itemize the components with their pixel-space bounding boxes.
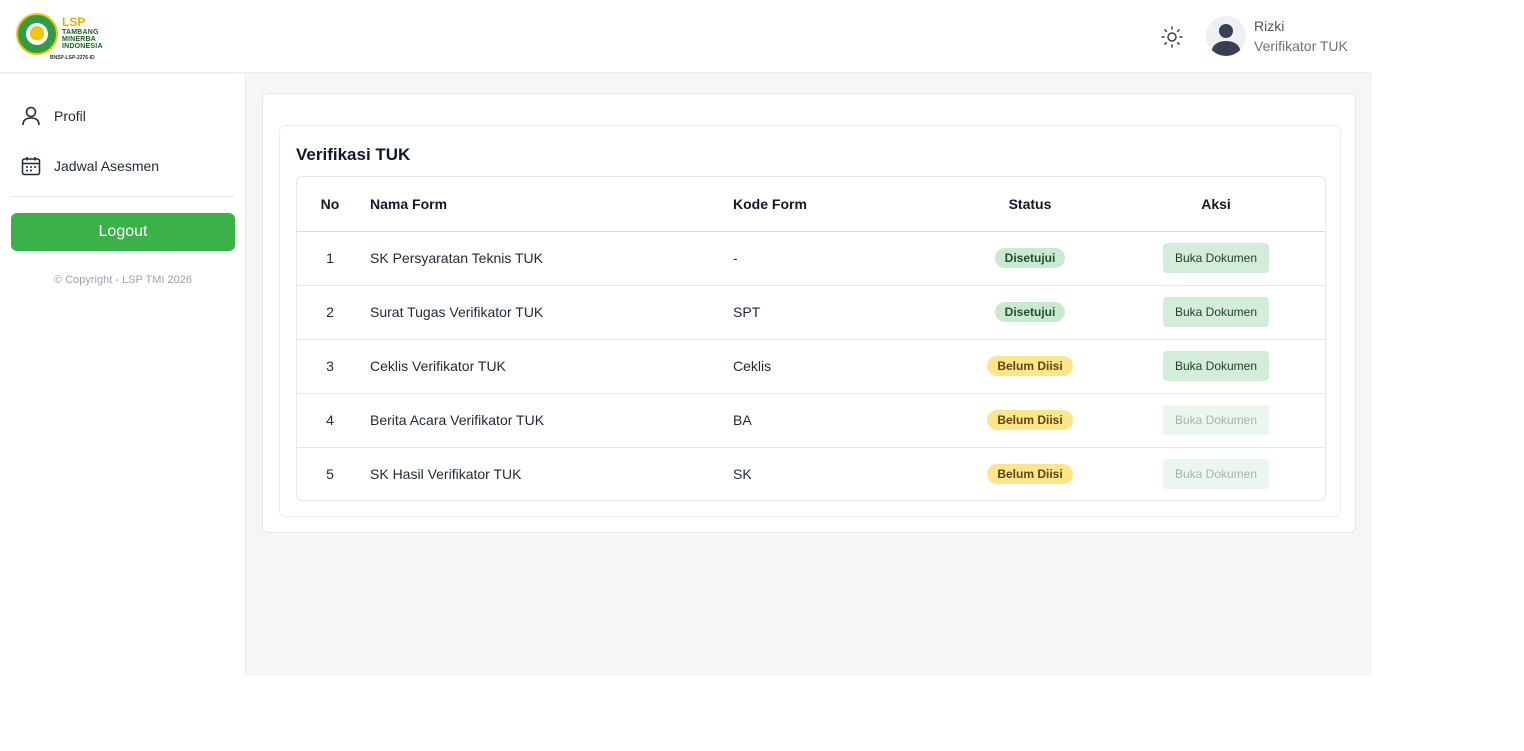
table-row: 5 SK Hasil Verifikator TUK SK Belum Diis… (297, 447, 1325, 500)
cell-nama-form: Surat Tugas Verifikator TUK (363, 285, 733, 340)
user-name[interactable]: Rizki (1254, 18, 1284, 34)
cell-nama-form: SK Hasil Verifikator TUK (370, 466, 522, 483)
column-header-nama-form: Nama Form (363, 177, 733, 232)
cell-kode-form: SPT (733, 285, 953, 340)
table-row: 2 Surat Tugas Verifikator TUK SPT Disetu… (297, 285, 1325, 340)
logo-text: INDONESIA (62, 43, 103, 50)
logo-emblem (16, 13, 58, 55)
status-badge: Disetujui (994, 302, 1066, 322)
cell-nama-form: Berita Acara Verifikator TUK (363, 393, 733, 448)
cell-kode-form: SK (733, 466, 752, 483)
table-row: 1 SK Persyaratan Teknis TUK - Disetujui … (297, 231, 1325, 286)
calendar-icon (20, 155, 42, 177)
logo-text: TAMBANG (62, 29, 99, 36)
page-title: Verifikasi TUK (296, 145, 411, 164)
table-row: 4 Berita Acara Verifikator TUK BA Belum … (297, 393, 1325, 448)
table-header-row: No Nama Form Kode Form Status Aksi (297, 177, 1325, 232)
form-table: No Nama Form Kode Form Status Aksi 1 SK … (296, 176, 1326, 501)
sun-icon[interactable] (1160, 25, 1184, 49)
column-header-no: No (297, 177, 363, 232)
cell-no: 2 (297, 285, 363, 340)
app-root: LSP TAMBANG MINERBA INDONESIA BNSP-LSP-2… (0, 0, 1372, 676)
column-header-kode-form: Kode Form (733, 177, 953, 232)
cell-nama-form: SK Persyaratan Teknis TUK (363, 231, 733, 286)
buka-dokumen-button[interactable]: Buka Dokumen (1162, 243, 1270, 273)
sidebar-item-label: Jadwal Asesmen (54, 158, 160, 174)
column-header-status: Status (953, 177, 1107, 232)
cell-kode-form: - (733, 231, 953, 286)
buka-dokumen-button[interactable]: Buka Dokumen (1162, 297, 1270, 327)
logo-text: MINERBA (62, 36, 97, 43)
status-badge: Belum Diisi (987, 356, 1073, 376)
logo-text: LSP (62, 15, 86, 29)
user-icon (20, 105, 42, 127)
sidebar-item-label: Profil (54, 108, 86, 124)
sidebar-divider (12, 196, 234, 197)
logo-license: BNSP-LSP-2276-ID (50, 55, 95, 61)
copyright-text: © Copyright - LSP TMI 2026 (54, 274, 192, 286)
content-card: Verifikasi TUK No Nama Form Kode Form St… (262, 93, 1356, 533)
status-badge: Belum Diisi (987, 410, 1073, 430)
buka-dokumen-button-disabled: Buka Dokumen (1162, 459, 1270, 490)
user-role: Verifikator TUK (1254, 38, 1348, 54)
cell-no: 5 (326, 466, 334, 483)
sidebar-item-jadwal-asesmen[interactable]: Jadwal Asesmen (20, 154, 159, 178)
verifikasi-card: Verifikasi TUK No Nama Form Kode Form St… (279, 125, 1341, 517)
buka-dokumen-button-disabled: Buka Dokumen (1162, 405, 1270, 435)
cell-no: 4 (297, 393, 363, 448)
cell-no: 3 (297, 339, 363, 394)
sidebar-item-profil[interactable]: Profil (20, 104, 86, 128)
cell-kode-form: Ceklis (733, 339, 953, 394)
top-header: LSP TAMBANG MINERBA INDONESIA BNSP-LSP-2… (0, 0, 1372, 73)
column-header-aksi: Aksi (1107, 177, 1325, 232)
buka-dokumen-button[interactable]: Buka Dokumen (1162, 351, 1270, 381)
avatar[interactable] (1206, 16, 1246, 56)
table-row: 3 Ceklis Verifikator TUK Ceklis Belum Di… (297, 339, 1325, 394)
sidebar: Profil Jadwal Asesmen Logout © Copyright… (0, 74, 246, 676)
lsp-logo[interactable]: LSP TAMBANG MINERBA INDONESIA BNSP-LSP-2… (14, 11, 124, 63)
status-badge: Belum Diisi (987, 464, 1073, 485)
status-badge: Disetujui (994, 248, 1066, 268)
cell-kode-form: BA (733, 393, 953, 448)
cell-no: 1 (297, 231, 363, 286)
logout-button[interactable]: Logout (11, 213, 235, 251)
cell-nama-form: Ceklis Verifikator TUK (363, 339, 733, 394)
